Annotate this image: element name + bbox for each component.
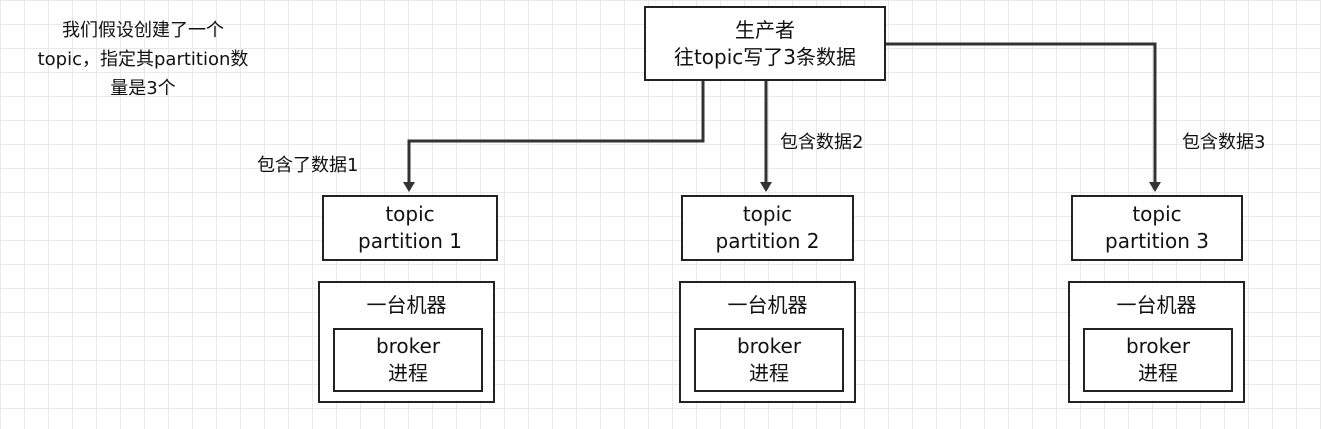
partition-3-topic: topic — [1132, 202, 1182, 226]
producer-description: 往topic写了3条数据 — [673, 44, 857, 69]
note-line-1: 我们假设创建了一个 — [62, 20, 224, 41]
partition-1-topic: topic — [385, 202, 435, 226]
edge-1-arrow — [403, 80, 705, 192]
producer-box: 生产者 往topic写了3条数据 — [644, 6, 886, 81]
machine-2-title: 一台机器 — [727, 293, 808, 317]
partition-3-box: topic partition 3 — [1071, 195, 1243, 261]
machine-1-box: 一台机器 broker 进程 — [318, 281, 495, 403]
producer-title: 生产者 — [735, 17, 795, 42]
edge-3-label: 包含数据3 — [1182, 132, 1266, 153]
broker-2-name: broker — [736, 334, 802, 358]
partition-3-name: partition 3 — [1105, 229, 1209, 253]
assumption-note: 我们假设创建了一个 topic，指定其partition数 量是3个 — [8, 16, 278, 103]
broker-3-box: broker 进程 — [1083, 328, 1233, 392]
broker-1-name: broker — [375, 334, 441, 358]
partition-1-name: partition 1 — [358, 229, 462, 253]
machine-3-title: 一台机器 — [1116, 293, 1197, 317]
note-line-2: topic，指定其partition数 — [37, 49, 249, 70]
broker-2-box: broker 进程 — [694, 328, 844, 392]
machine-3-box: 一台机器 broker 进程 — [1068, 281, 1245, 403]
broker-1-box: broker 进程 — [333, 328, 483, 392]
partition-2-topic: topic — [742, 202, 793, 226]
edge-2-label: 包含数据2 — [780, 132, 864, 153]
partition-2-name: partition 2 — [715, 229, 820, 253]
note-line-3: 量是3个 — [110, 78, 176, 99]
machine-1-title: 一台机器 — [366, 293, 447, 317]
broker-1-process: 进程 — [388, 361, 428, 385]
broker-3-process: 进程 — [1138, 361, 1178, 385]
partition-1-box: topic partition 1 — [322, 195, 498, 261]
edge-3-arrow — [884, 42, 1161, 192]
broker-3-name: broker — [1125, 334, 1191, 358]
broker-2-process: 进程 — [749, 361, 789, 385]
edge-1-label: 包含了数据1 — [257, 155, 359, 176]
partition-2-box: topic partition 2 — [681, 195, 854, 261]
machine-2-box: 一台机器 broker 进程 — [679, 281, 856, 403]
